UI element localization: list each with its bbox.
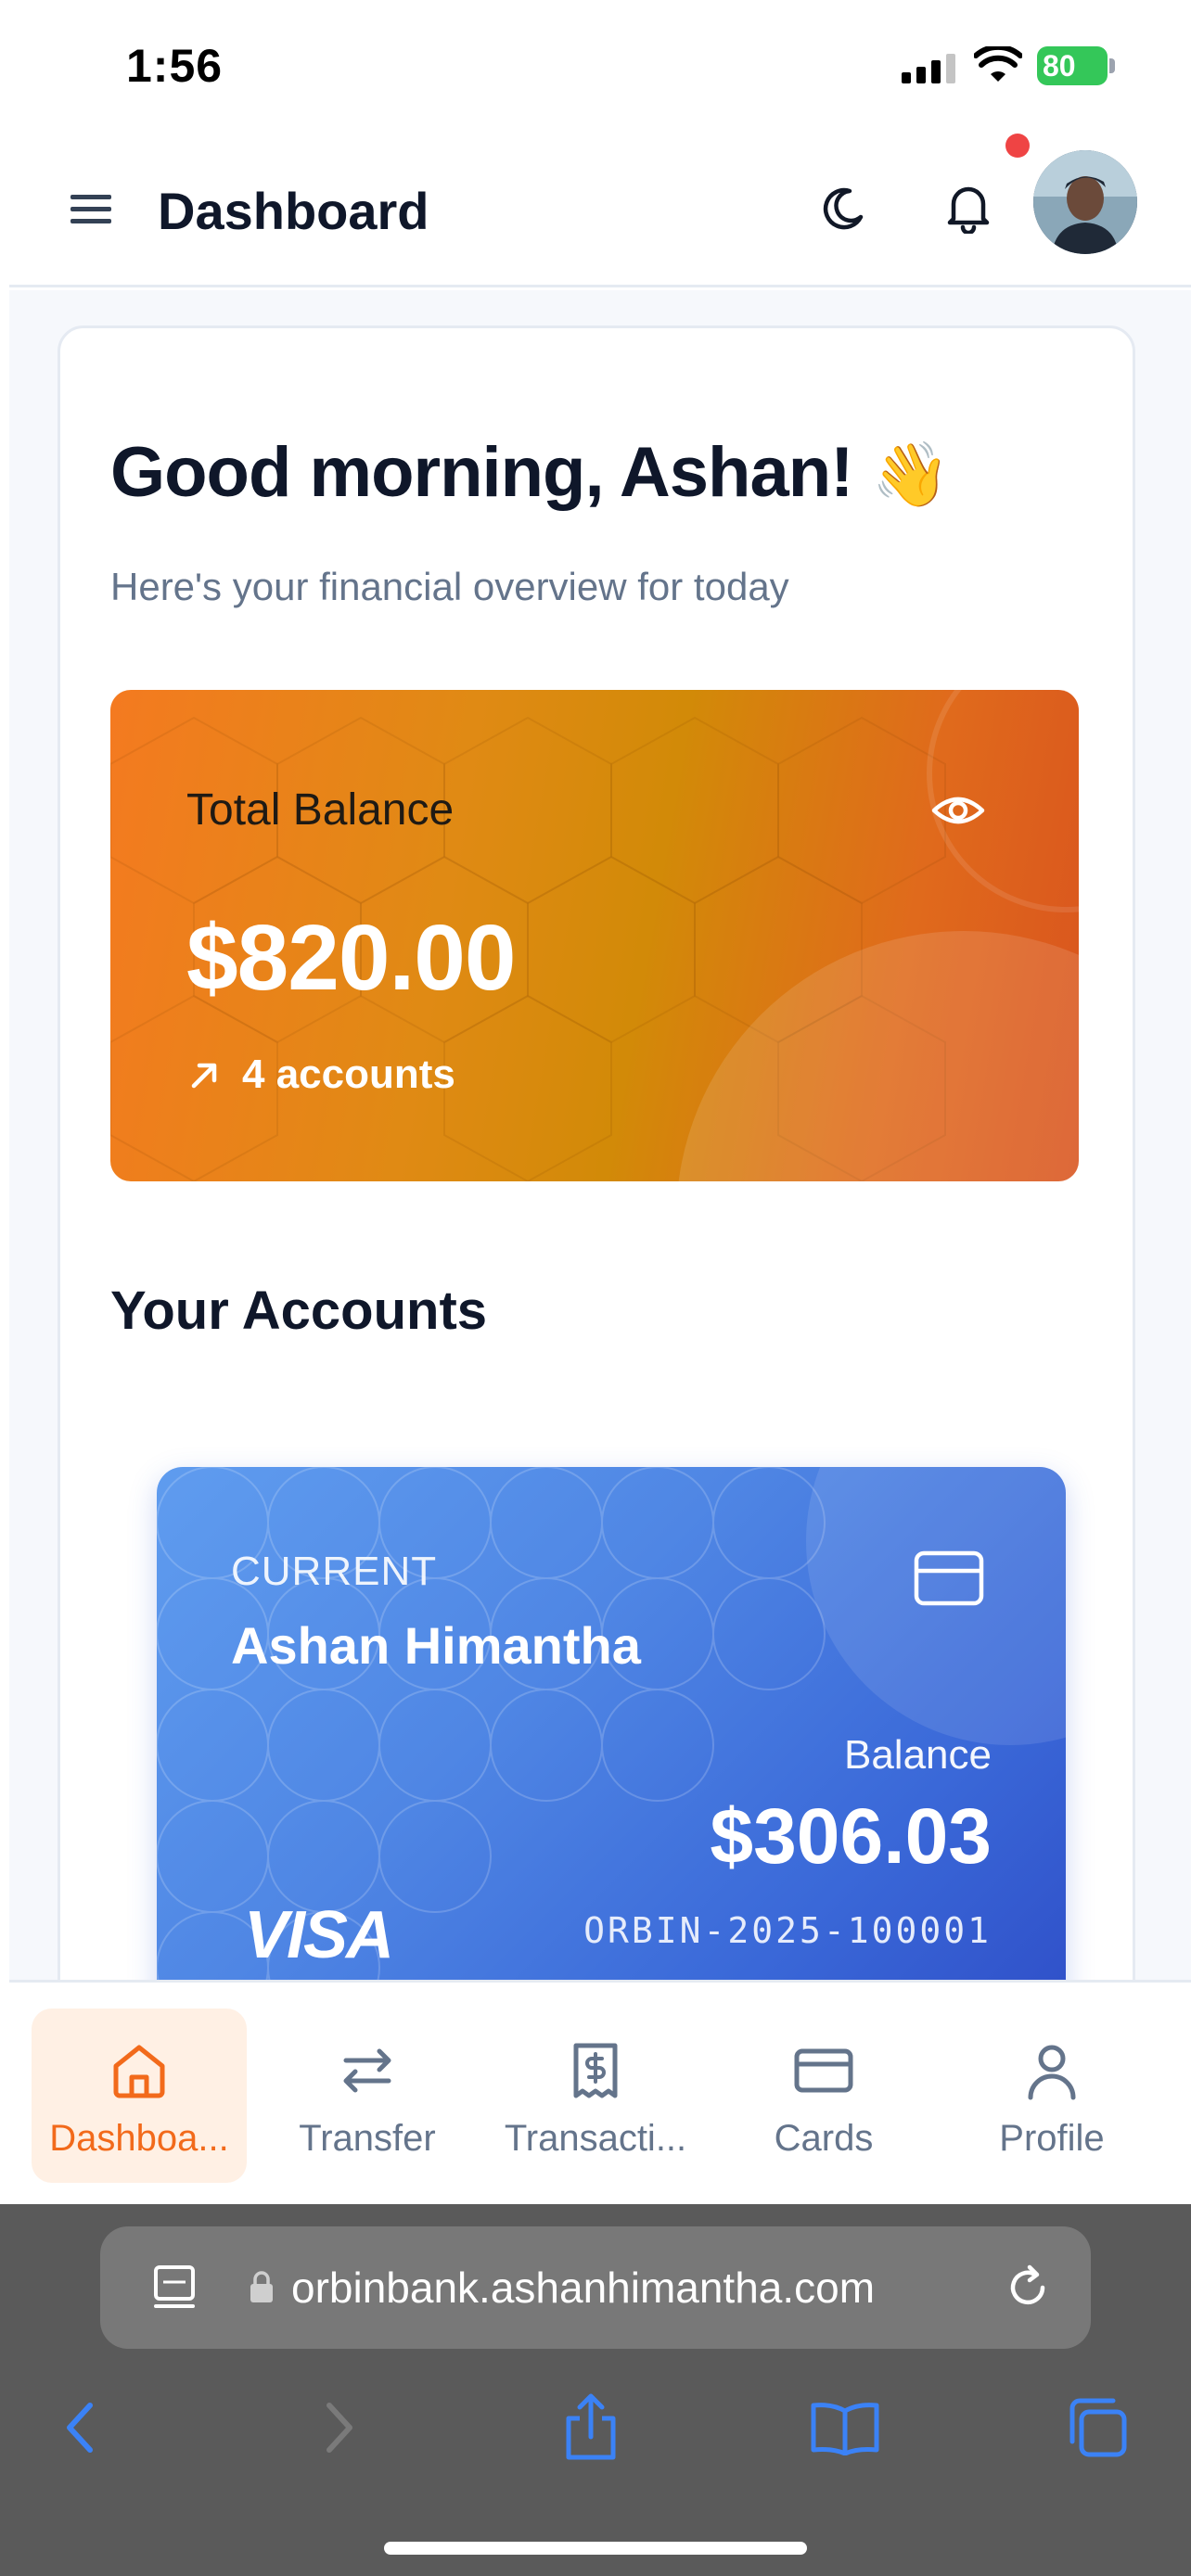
notifications-bell-icon[interactable] bbox=[935, 174, 1002, 241]
account-card[interactable]: CURRENT Ashan Himantha Balance $306.03 V… bbox=[157, 1467, 1066, 1980]
account-holder-name: Ashan Himantha bbox=[231, 1616, 641, 1675]
overview-card: Good morning, Ashan! 👋 Here's your finan… bbox=[58, 325, 1135, 1980]
account-balance: $306.03 bbox=[710, 1792, 992, 1880]
greeting-heading: Good morning, Ashan! 👋 bbox=[110, 432, 951, 513]
page-menu-icon[interactable] bbox=[147, 2260, 202, 2315]
nav-label-cards: Cards bbox=[774, 2118, 874, 2159]
nav-item-profile[interactable]: Profile bbox=[944, 2009, 1159, 2183]
account-type: CURRENT bbox=[231, 1549, 438, 1594]
visa-logo: VISA bbox=[244, 1898, 394, 1972]
menu-icon[interactable] bbox=[61, 180, 121, 239]
chevron-right-icon bbox=[327, 2403, 352, 2453]
total-balance-label: Total Balance bbox=[186, 785, 455, 835]
total-balance-card[interactable]: Total Balance $820.00 4 accounts bbox=[110, 690, 1079, 1181]
nav-item-cards[interactable]: Cards bbox=[716, 2009, 931, 2183]
trend-up-arrow-icon bbox=[191, 1063, 217, 1089]
account-number: ORBIN-2025-100001 bbox=[583, 1910, 992, 1951]
nav-label-transactions: Transacti... bbox=[504, 2118, 687, 2159]
home-indicator bbox=[384, 2542, 807, 2555]
back-button[interactable] bbox=[37, 2386, 121, 2469]
notification-badge bbox=[1005, 134, 1030, 158]
reload-icon[interactable] bbox=[1002, 2262, 1054, 2314]
waving-hand-icon: 👋 bbox=[871, 440, 951, 510]
card-icon bbox=[794, 2048, 853, 2093]
page-title: Dashboard bbox=[158, 182, 429, 240]
share-icon bbox=[566, 2393, 616, 2460]
address-bar[interactable]: orbinbank.ashanhimantha.com bbox=[100, 2226, 1091, 2349]
accounts-count: 4 accounts bbox=[242, 1052, 455, 1097]
nav-item-dashboard[interactable]: Dashboa... bbox=[32, 2009, 247, 2183]
dark-mode-toggle-icon[interactable] bbox=[809, 174, 876, 241]
status-time: 1:56 bbox=[126, 40, 224, 92]
app-header: Dashboard bbox=[9, 132, 1191, 287]
lock-icon bbox=[250, 2271, 273, 2302]
wifi-icon bbox=[974, 46, 1022, 82]
greeting-text: Good morning, Ashan! bbox=[110, 433, 853, 512]
bookmarks-button[interactable] bbox=[803, 2386, 887, 2469]
chevron-left-icon bbox=[67, 2403, 93, 2453]
status-bar: 1:56 80 bbox=[0, 0, 1191, 132]
total-balance-amount: $820.00 bbox=[186, 906, 516, 1010]
nav-label-profile: Profile bbox=[999, 2118, 1105, 2159]
eye-icon[interactable] bbox=[930, 783, 986, 838]
nav-label-transfer: Transfer bbox=[299, 2118, 436, 2159]
tabs-button[interactable] bbox=[1056, 2386, 1139, 2469]
browser-toolbar: orbinbank.ashanhimantha.com bbox=[0, 2204, 1191, 2576]
nav-item-transactions[interactable]: Transacti... bbox=[488, 2009, 703, 2183]
cellular-signal-icon bbox=[902, 54, 955, 83]
user-icon bbox=[1028, 2045, 1076, 2100]
forward-button[interactable] bbox=[299, 2386, 382, 2469]
battery-level: 80 bbox=[1037, 46, 1108, 85]
greeting-subtitle: Here's your financial overview for today bbox=[110, 565, 789, 608]
url-text: orbinbank.ashanhimantha.com bbox=[291, 2264, 876, 2312]
battery-icon: 80 bbox=[1037, 46, 1115, 85]
avatar[interactable] bbox=[1033, 150, 1137, 254]
main-content[interactable]: Good morning, Ashan! 👋 Here's your finan… bbox=[9, 290, 1191, 1980]
account-balance-label: Balance bbox=[843, 1732, 992, 1778]
receipt-icon bbox=[573, 2043, 618, 2098]
nav-label-dashboard: Dashboa... bbox=[49, 2118, 229, 2159]
transfer-icon bbox=[343, 2048, 391, 2093]
your-accounts-heading: Your Accounts bbox=[110, 1281, 488, 1341]
book-icon bbox=[811, 2403, 879, 2455]
tabs-icon bbox=[1069, 2398, 1127, 2457]
home-icon bbox=[113, 2045, 165, 2098]
nav-item-transfer[interactable]: Transfer bbox=[260, 2009, 475, 2183]
credit-card-icon bbox=[914, 1550, 984, 1606]
accounts-count-row: 4 accounts bbox=[186, 1052, 455, 1098]
share-button[interactable] bbox=[549, 2386, 633, 2469]
bottom-navigation: Dashboa... Transfer Transacti... Cards P… bbox=[9, 1980, 1191, 2204]
